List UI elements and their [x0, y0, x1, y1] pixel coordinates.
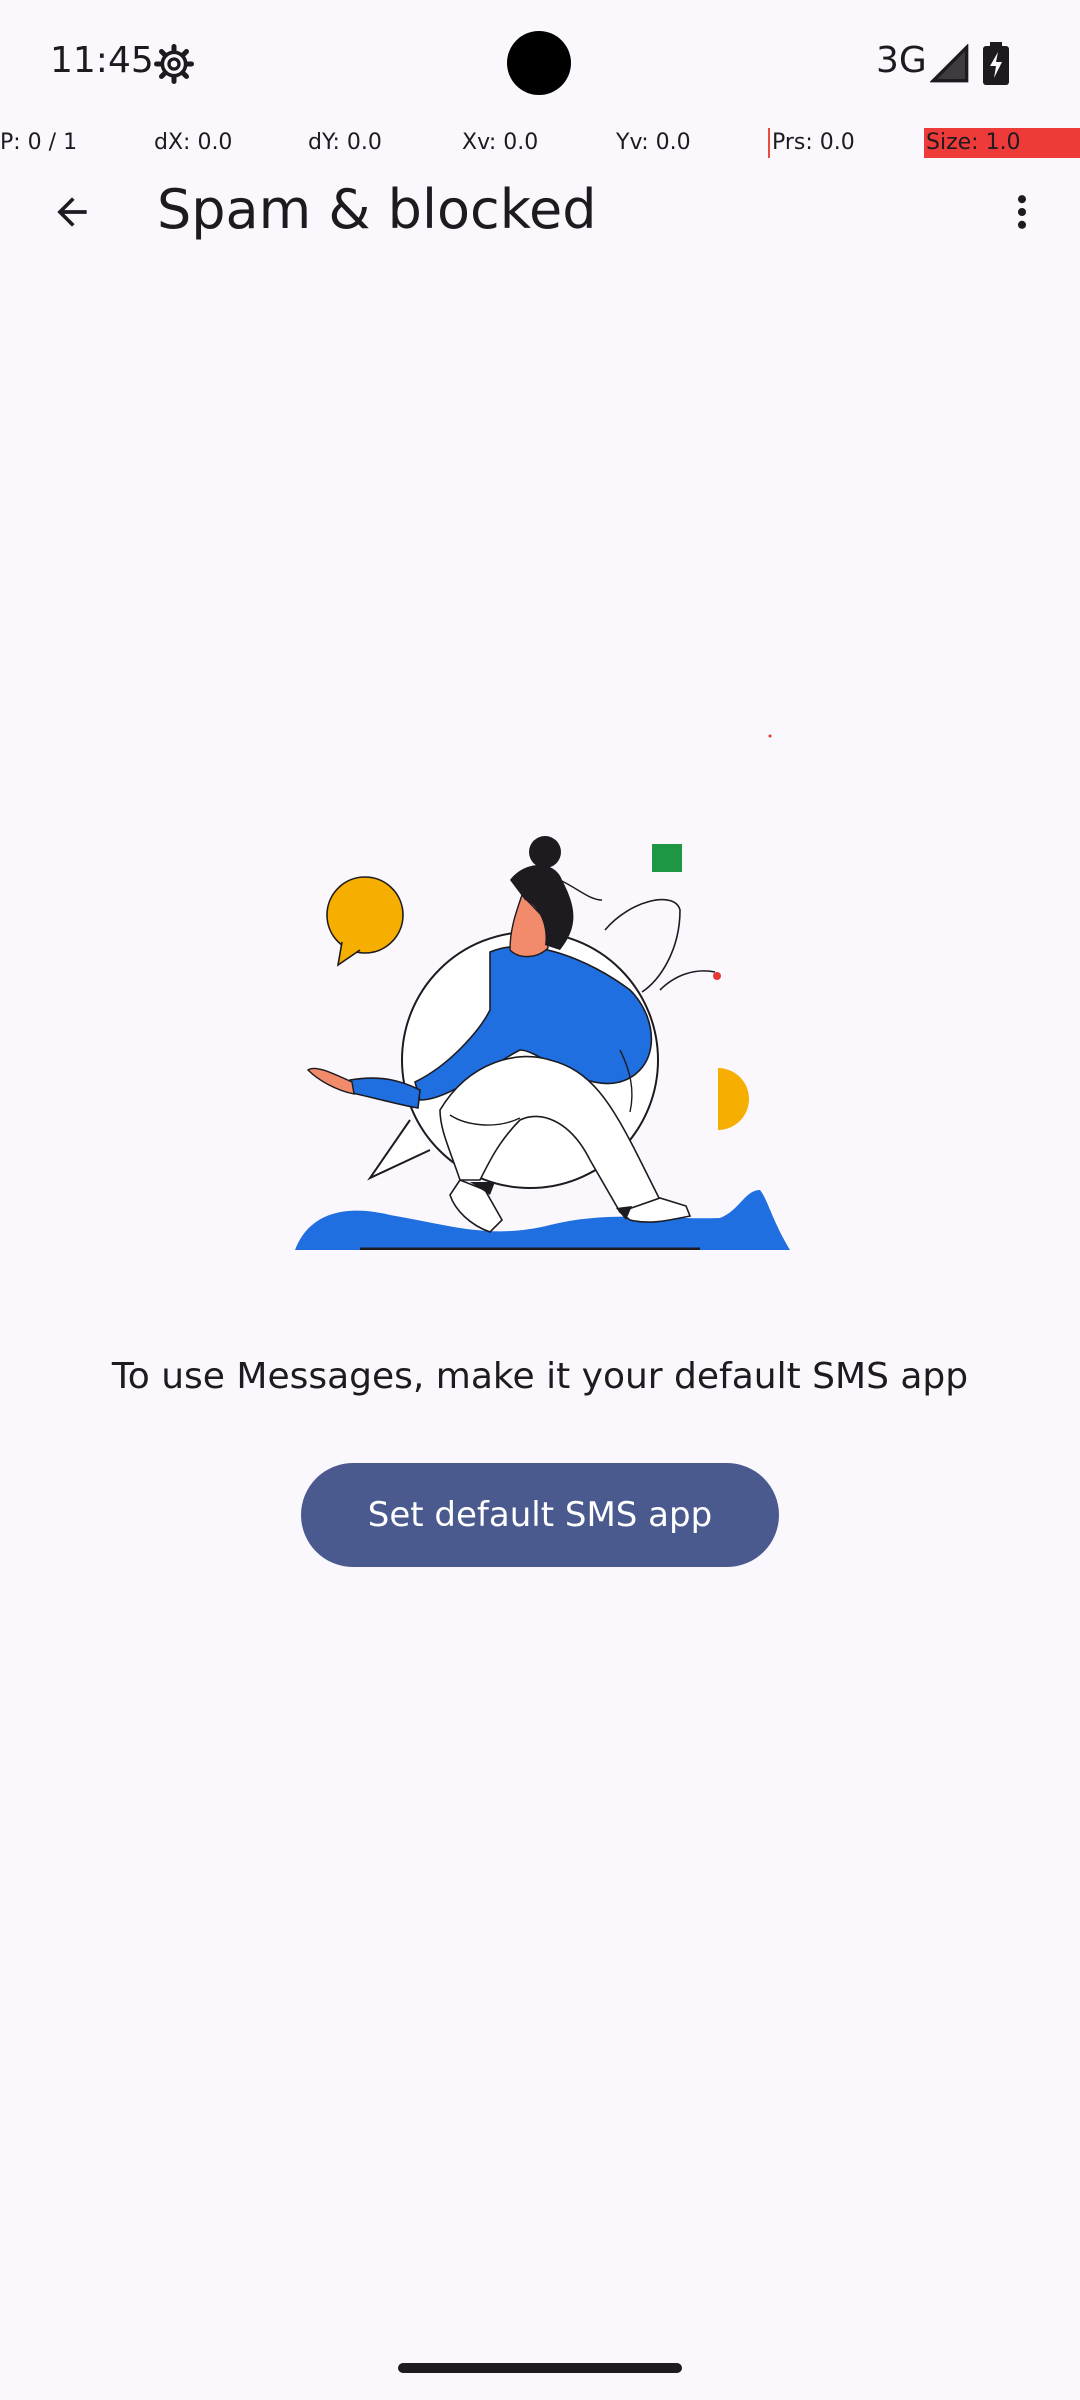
pointer-count: P: 0 / 1 — [0, 130, 78, 155]
more-options-button[interactable] — [982, 172, 1062, 252]
status-time: 11:45 — [50, 40, 154, 81]
camera-cutout — [507, 31, 571, 95]
network-type: 3G — [876, 40, 927, 81]
settings-gear-icon — [154, 44, 194, 84]
set-default-sms-app-button[interactable]: Set default SMS app — [301, 1463, 779, 1567]
arrow-back-icon — [57, 197, 87, 227]
pointer-size: Size: 1.0 — [924, 128, 1080, 158]
top-app-bar: Spam & blocked — [0, 158, 1080, 266]
empty-state-illustration — [295, 734, 790, 1250]
gesture-navigation-handle[interactable] — [398, 2363, 682, 2373]
pointer-yv: Yv: 0.0 — [616, 130, 691, 155]
pointer-dy: dY: 0.0 — [308, 130, 382, 155]
pointer-location-overlay: P: 0 / 1 dX: 0.0 dY: 0.0 Xv: 0.0 Yv: 0.0… — [0, 128, 1080, 158]
back-button[interactable] — [32, 172, 112, 252]
status-bar: 11:45 3G — [0, 0, 1080, 128]
pointer-pressure: Prs: 0.0 — [768, 128, 855, 158]
more-vert-icon — [1017, 195, 1027, 229]
battery-charging-icon — [983, 42, 1009, 85]
empty-state-message: To use Messages, make it your default SM… — [111, 1356, 969, 1397]
signal-icon — [930, 44, 969, 83]
pointer-xv: Xv: 0.0 — [462, 130, 539, 155]
pointer-dx: dX: 0.0 — [154, 130, 233, 155]
page-title: Spam & blocked — [157, 178, 597, 241]
